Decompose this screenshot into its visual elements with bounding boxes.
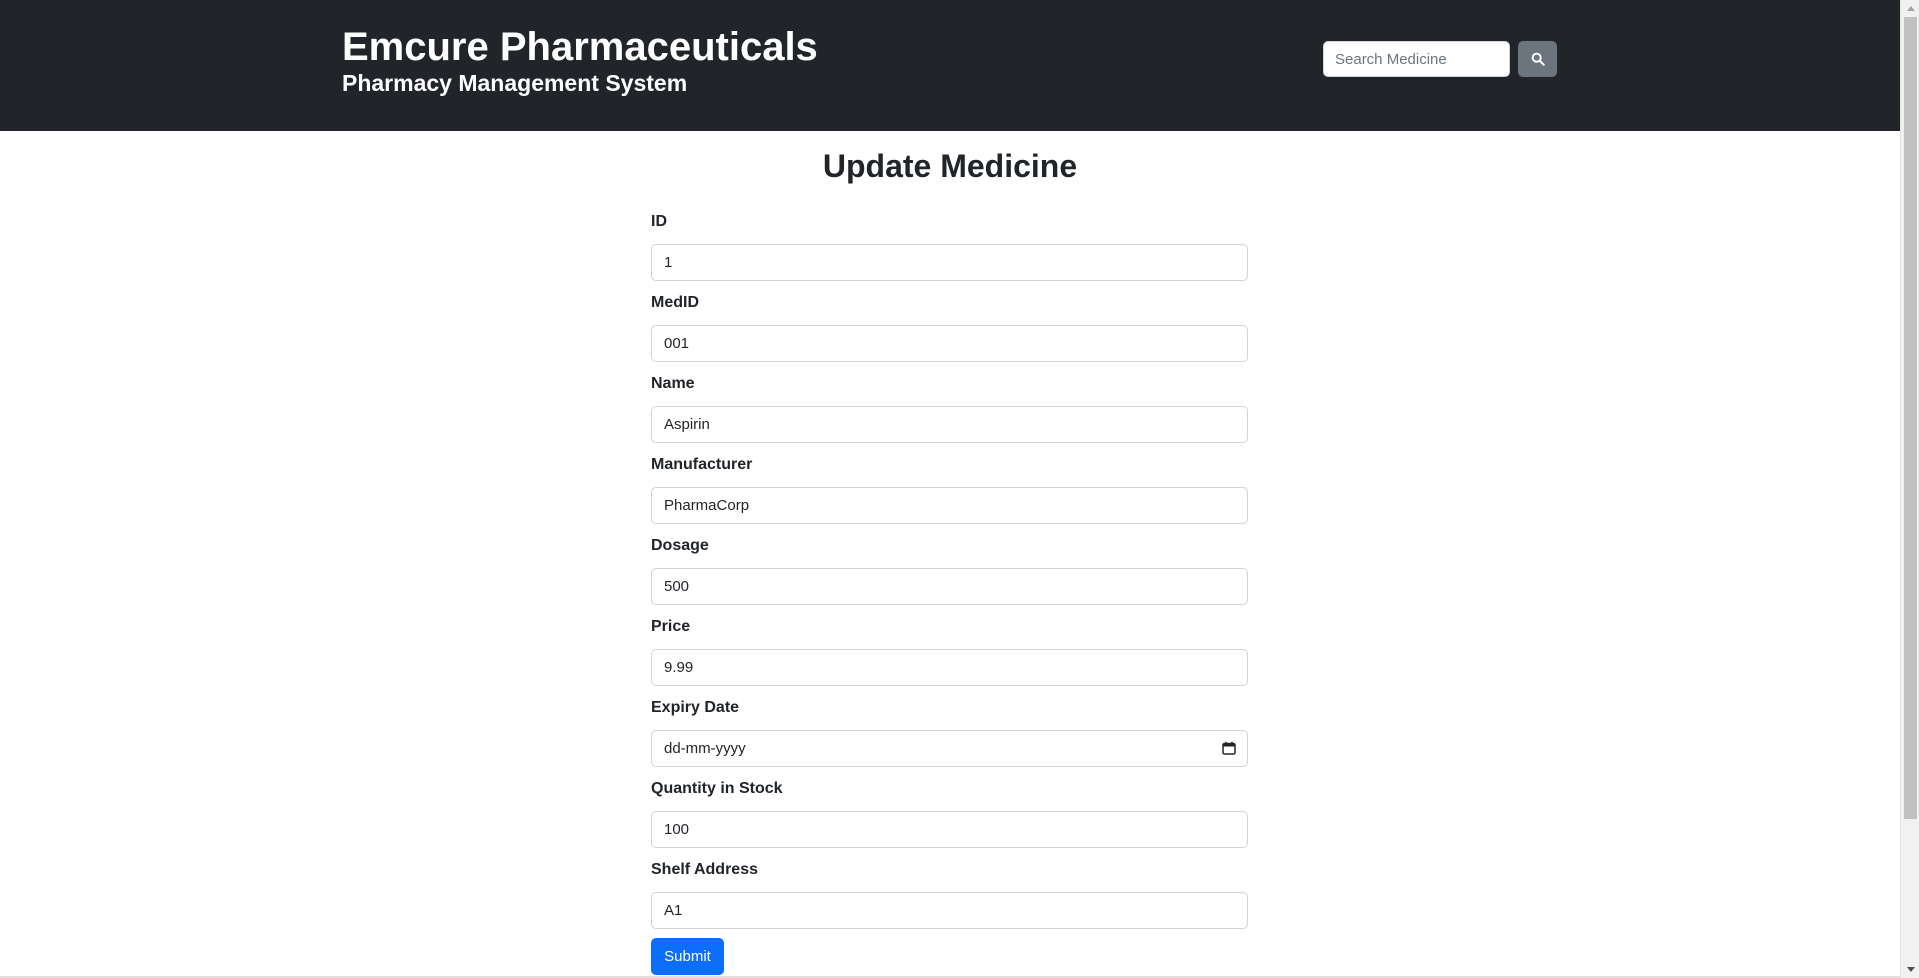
name-input[interactable] [651,406,1248,443]
field-medid: MedID [651,293,1248,362]
calendar-icon[interactable] [1222,741,1236,755]
top-header: Emcure Pharmaceuticals Pharmacy Manageme… [0,0,1900,131]
field-label: Shelf Address [651,861,758,878]
price-input[interactable] [651,649,1248,686]
field-label: Manufacturer [651,456,753,473]
page-title: Update Medicine [822,148,1078,184]
search-icon [1531,52,1545,66]
field-quantity: Quantity in Stock [651,779,1248,848]
page: Emcure Pharmaceuticals Pharmacy Manageme… [0,0,1919,978]
field-label: ID [651,213,667,230]
field-dosage: Dosage [651,536,1248,605]
field-label: Expiry Date [651,699,740,716]
expiry-date-wrapper [651,730,1248,767]
field-label: Quantity in Stock [651,780,783,797]
vertical-scrollbar[interactable] [1900,0,1919,978]
field-label: Price [651,618,691,635]
field-label: Name [651,375,695,392]
field-price: Price [651,617,1248,686]
quantity-input[interactable] [651,811,1248,848]
medid-input[interactable] [651,325,1248,362]
manufacturer-input[interactable] [651,487,1248,524]
search-input[interactable] [1323,41,1510,77]
expiry-date-input[interactable] [651,730,1248,767]
brand-subtitle: Pharmacy Management System [342,70,688,96]
field-label: MedID [651,294,699,311]
field-id: ID [651,212,1248,281]
field-shelf-address: Shelf Address [651,860,1248,929]
shelf-address-input[interactable] [651,892,1248,929]
search-button[interactable] [1518,41,1557,77]
field-expiry-date: Expiry Date [651,698,1248,767]
submit-button[interactable]: Submit [651,938,724,975]
id-input[interactable] [651,244,1248,281]
field-name: Name [651,374,1248,443]
scroll-down-arrow-icon[interactable] [1901,961,1919,978]
brand-title: Emcure Pharmaceuticals [342,25,818,69]
scroll-up-arrow-icon[interactable] [1901,0,1919,17]
field-label: Dosage [651,537,709,554]
dosage-input[interactable] [651,568,1248,605]
field-manufacturer: Manufacturer [651,455,1248,524]
scroll-thumb[interactable] [1904,17,1917,819]
